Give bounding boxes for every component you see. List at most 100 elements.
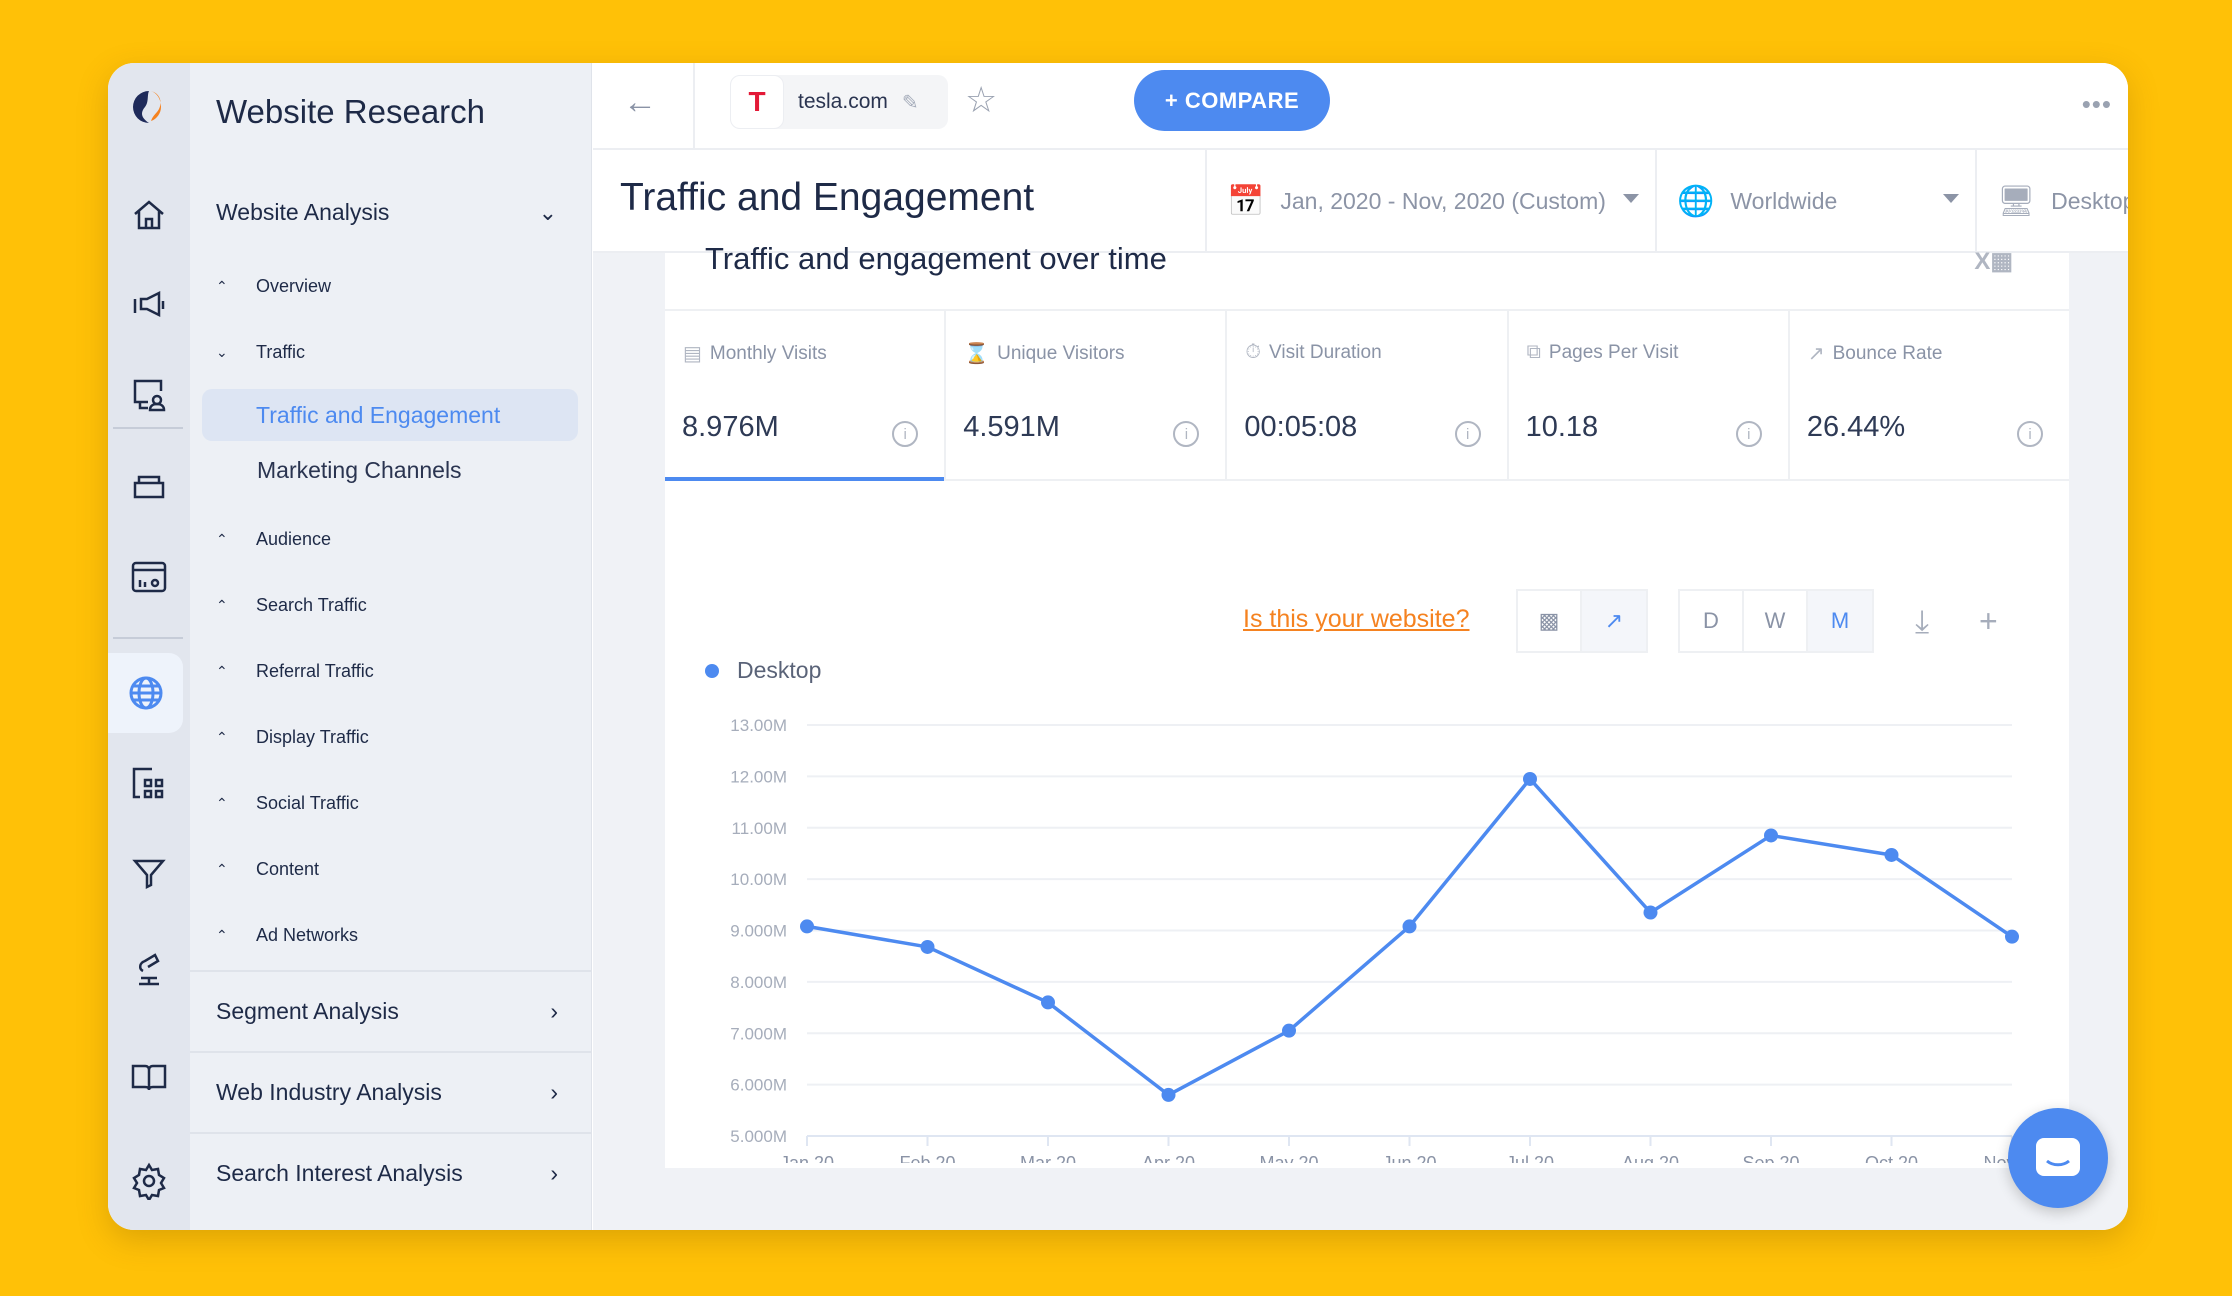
- sidebar-item-ad-networks[interactable]: ⌃ Ad Networks: [216, 925, 358, 946]
- home-icon[interactable]: [108, 175, 190, 255]
- excel-export-icon[interactable]: X▦: [1974, 247, 2013, 276]
- item-label: Ad Networks: [256, 925, 359, 945]
- data-point[interactable]: [1764, 828, 1778, 843]
- info-icon[interactable]: i: [1735, 421, 1762, 447]
- bar-chart-icon[interactable]: ▩: [1518, 591, 1582, 651]
- item-label: Referral Traffic: [256, 661, 374, 681]
- metric-monthly-visits[interactable]: ▤ Monthly Visits 8.976M i: [665, 311, 947, 481]
- inbox-icon[interactable]: [108, 447, 190, 527]
- star-icon[interactable]: ☆: [965, 79, 997, 121]
- metric-label: Pages Per Visit: [1548, 341, 1679, 363]
- chevron-up-icon: ⌃: [216, 597, 228, 613]
- caret-down-icon: [1623, 194, 1639, 203]
- data-point[interactable]: [1884, 847, 1899, 862]
- download-icon[interactable]: ⤓: [1915, 603, 1929, 641]
- data-point[interactable]: [1402, 919, 1417, 934]
- funnel-icon[interactable]: [108, 833, 190, 913]
- data-point[interactable]: [1161, 1087, 1176, 1102]
- data-point[interactable]: [800, 919, 814, 934]
- sidebar-item-search-traffic[interactable]: ⌃ Search Traffic: [216, 595, 367, 616]
- metric-value: 8.976M: [682, 411, 779, 443]
- data-point[interactable]: [1282, 1023, 1296, 1038]
- claim-website-link[interactable]: Is this your website?: [1243, 605, 1470, 634]
- book-icon[interactable]: [108, 1037, 190, 1117]
- microscope-icon[interactable]: [108, 929, 190, 1009]
- edit-pencil-icon[interactable]: ✎: [902, 90, 919, 115]
- chevron-up-icon: ⌃: [216, 278, 228, 294]
- sidebar-item-audience[interactable]: ⌃ Audience: [216, 529, 331, 550]
- chat-icon: [2036, 1138, 2080, 1176]
- info-icon[interactable]: i: [1454, 421, 1481, 447]
- sidebar-item-referral-traffic[interactable]: ⌃ Referral Traffic: [216, 661, 374, 682]
- monitor-user-icon[interactable]: [108, 355, 190, 435]
- back-arrow-icon[interactable]: ←: [623, 83, 667, 127]
- calendar-icon: ▤: [683, 343, 702, 365]
- chevron-up-icon: ⌃: [216, 663, 228, 679]
- site-name: tesla.com: [798, 90, 888, 113]
- logo-icon[interactable]: [108, 67, 190, 147]
- sidebar-item-marketing-channels[interactable]: Marketing Channels: [257, 457, 462, 484]
- y-tick-label: 10.00M: [730, 870, 787, 889]
- megaphone-icon[interactable]: [108, 265, 190, 345]
- metric-unique-visitors[interactable]: ⌛ Unique Visitors 4.591M i: [946, 311, 1228, 479]
- device-dropdown[interactable]: 🖥 Desktop: [1975, 150, 2128, 253]
- metric-bounce-rate[interactable]: ↗ Bounce Rate 26.44% i: [1790, 311, 2069, 479]
- sidebar-item-content[interactable]: ⌃ Content: [216, 859, 319, 880]
- info-icon[interactable]: i: [2017, 421, 2044, 447]
- sidebar-section-website-analysis[interactable]: Website Analysis ⌄: [216, 199, 557, 226]
- more-options-icon[interactable]: •••: [2082, 89, 2112, 120]
- info-icon[interactable]: i: [1173, 421, 1200, 447]
- metric-label: Bounce Rate: [1832, 342, 1943, 364]
- region-dropdown[interactable]: 🌐 Worldwide: [1655, 150, 1975, 253]
- granularity-weekly[interactable]: W: [1744, 591, 1808, 651]
- chevron-up-icon: ⌃: [216, 729, 228, 745]
- site-chip[interactable]: T tesla.com ✎: [730, 75, 948, 129]
- metric-pages-per-visit[interactable]: ⧉ Pages Per Visit 10.18 i: [1509, 311, 1790, 479]
- apps-icon[interactable]: [108, 743, 190, 823]
- x-tick-label: Feb 20: [899, 1153, 955, 1163]
- sidebar-section-search-interest-analysis[interactable]: Search Interest Analysis ›: [190, 1132, 592, 1213]
- y-tick-label: 12.00M: [730, 767, 787, 786]
- metric-label: Monthly Visits: [709, 342, 827, 364]
- data-point[interactable]: [1523, 771, 1537, 786]
- granularity-daily[interactable]: D: [1680, 591, 1744, 651]
- sidebar-section-segment-analysis[interactable]: Segment Analysis ›: [190, 970, 592, 1051]
- metric-label: Visit Duration: [1269, 341, 1382, 363]
- rail-divider: [113, 637, 183, 639]
- chart-type-toggle: ▩ ↗: [1516, 589, 1648, 653]
- line-chart-icon[interactable]: ↗: [1582, 591, 1646, 651]
- item-label: Social Traffic: [256, 793, 359, 813]
- analytics-icon[interactable]: [108, 537, 190, 617]
- add-icon[interactable]: +: [1979, 603, 1998, 640]
- data-point[interactable]: [1041, 995, 1055, 1010]
- section-label: Website Analysis: [216, 199, 390, 225]
- sidebar-section-web-industry-analysis[interactable]: Web Industry Analysis ›: [190, 1051, 592, 1132]
- granularity-toggle: D W M: [1678, 589, 1874, 653]
- page-title: Traffic and Engagement: [620, 176, 1035, 219]
- globe-icon[interactable]: [108, 653, 183, 733]
- x-tick-label: Jun 20: [1382, 1153, 1436, 1163]
- info-icon[interactable]: i: [892, 421, 919, 447]
- sidebar-item-traffic[interactable]: ⌄ Traffic: [216, 342, 305, 363]
- metric-visit-duration[interactable]: ⏱ Visit Duration 00:05:08 i: [1227, 311, 1509, 479]
- chat-widget-button[interactable]: [2008, 1108, 2108, 1208]
- x-tick-label: Sep 20: [1742, 1153, 1799, 1163]
- legend-label[interactable]: Desktop: [737, 657, 821, 684]
- date-range-picker[interactable]: 📅 Jan, 2020 - Nov, 2020 (Custom): [1205, 150, 1655, 253]
- y-tick-label: 6.000M: [730, 1076, 787, 1095]
- sidebar-item-overview[interactable]: ⌃ Overview: [216, 276, 331, 297]
- settings-icon[interactable]: [108, 1141, 190, 1221]
- sidebar-item-social-traffic[interactable]: ⌃ Social Traffic: [216, 793, 359, 814]
- section-label: Segment Analysis: [216, 998, 399, 1024]
- top-bar: ← T tesla.com ✎ ☆ + COMPARE •••: [593, 63, 2128, 150]
- data-point[interactable]: [920, 939, 935, 954]
- sidebar-item-display-traffic[interactable]: ⌃ Display Traffic: [216, 727, 369, 748]
- sidebar-item-traffic-and-engagement[interactable]: Traffic and Engagement: [202, 389, 578, 441]
- granularity-monthly[interactable]: M: [1808, 591, 1872, 651]
- chevron-up-icon: ⌃: [216, 795, 228, 811]
- data-point[interactable]: [1643, 905, 1658, 920]
- compare-button[interactable]: + COMPARE: [1134, 70, 1330, 131]
- item-label: Display Traffic: [256, 727, 369, 747]
- data-point[interactable]: [2005, 929, 2019, 944]
- hourglass-icon: ⌛: [964, 343, 990, 365]
